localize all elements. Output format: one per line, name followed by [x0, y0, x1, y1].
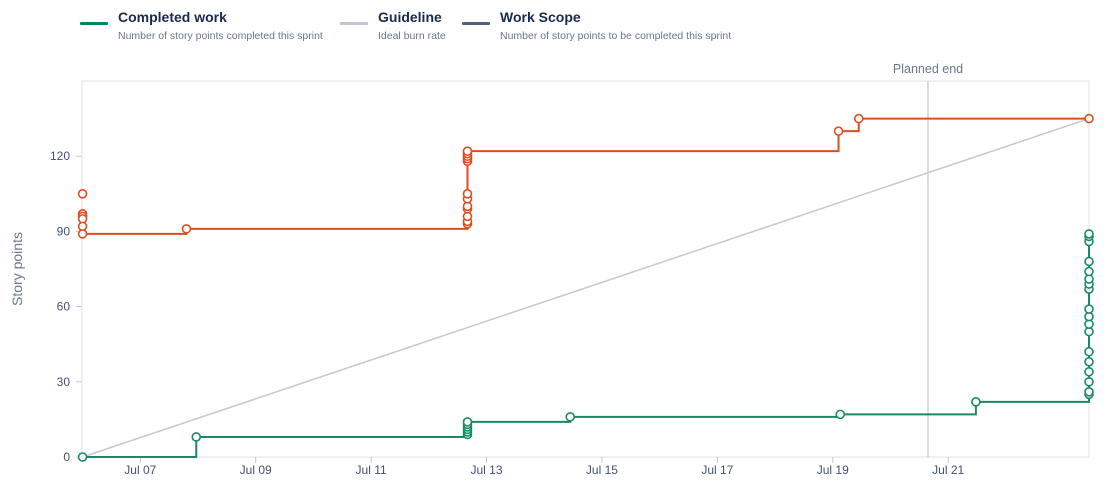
completed-work-point: [1084, 356, 1094, 367]
x-tick-label: Jul 13: [471, 463, 503, 477]
completed-work-point: [1084, 366, 1094, 377]
plot-area-border: [81, 80, 1090, 458]
x-tick-label: Jul 15: [586, 463, 618, 477]
completed-work-line: [82, 233, 1090, 458]
planned-end-label: Planned end: [893, 62, 963, 76]
x-tick-label: Jul 07: [124, 463, 156, 477]
y-axis-title: Story points: [9, 232, 25, 306]
completed-work-point: [1084, 229, 1094, 239]
axis-layer: 0 30 60 90 120 Jul 07 Jul 09 Jul 11 Jul 13 Jul 15…: [50, 149, 965, 477]
completed-work-point: [1084, 266, 1094, 277]
work-scope-line: [82, 117, 1089, 235]
work-scope-point: [462, 146, 473, 156]
y-tick-label: 120: [50, 149, 70, 163]
x-tick-label: Jul 11: [356, 463, 387, 477]
y-tick-label: 30: [57, 375, 71, 389]
work-scope-point: [181, 224, 192, 234]
work-scope-point: [1084, 113, 1094, 124]
completed-work-point: [565, 412, 576, 422]
completed-work-point: [1084, 376, 1094, 387]
x-tick-label: Jul 19: [817, 463, 849, 477]
completed-work-point: [1084, 304, 1094, 314]
completed-work-point: [191, 432, 202, 442]
completed-work-point: [971, 397, 981, 407]
completed-work-point: [462, 417, 473, 427]
x-tick-label: Jul 21: [932, 463, 964, 477]
series-layer: [77, 113, 1094, 462]
burnup-chart: Planned end 0 30 60 90 120 Jul 07 Jul 09 Jul 11…: [9, 62, 1094, 477]
completed-work-point: [1084, 346, 1094, 357]
guideline-line: [82, 117, 1090, 458]
completed-work-point: [1084, 387, 1094, 397]
completed-work-point: [835, 409, 846, 420]
x-tick-label: Jul 17: [701, 463, 733, 477]
work-scope-point: [833, 126, 844, 136]
work-scope-point: [77, 229, 88, 239]
y-tick-label: 0: [63, 450, 70, 464]
work-scope-point: [77, 189, 88, 199]
completed-work-point: [1084, 256, 1094, 267]
annotation-layer: Planned end: [893, 62, 963, 457]
work-scope-point: [853, 113, 864, 124]
work-scope-point: [462, 189, 473, 199]
y-tick-label: 90: [57, 224, 71, 238]
x-tick-label: Jul 09: [240, 463, 272, 477]
y-tick-label: 60: [57, 300, 71, 314]
completed-work-point: [77, 452, 88, 462]
